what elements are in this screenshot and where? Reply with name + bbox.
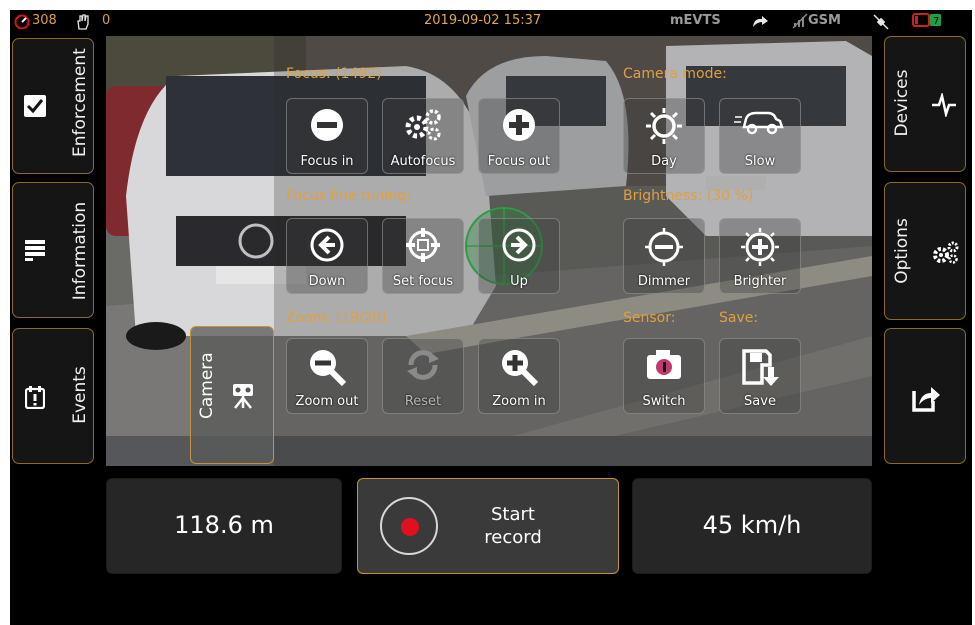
save-label: Save [744, 394, 776, 409]
gears-icon [933, 241, 959, 264]
datetime-display: 2019-09-02 15:37 [424, 13, 542, 28]
events-button[interactable]: Events [12, 328, 94, 464]
zoom-out-label: Zoom out [295, 394, 359, 409]
zoom-reset-button[interactable]: Reset [382, 338, 464, 414]
camera-mode-label: Camera mode: [623, 66, 727, 82]
device-frame: 308 0 2019-09-02 15:37 mEVTS GSM 7 Enfor… [0, 0, 975, 625]
zoom-in-button[interactable]: Zoom in [478, 338, 560, 414]
enforcement-button[interactable]: Enforcement [12, 38, 94, 174]
sun-icon [646, 108, 682, 144]
reset-label: Reset [404, 394, 442, 409]
share-button[interactable] [884, 328, 966, 464]
record-dot [401, 518, 419, 536]
save-icon [742, 349, 779, 386]
svg-text:7: 7 [933, 16, 939, 27]
down-label: Down [308, 274, 346, 289]
focus-in-label: Focus in [300, 154, 354, 169]
sensor-label: Sensor: [623, 310, 676, 326]
brighter-icon [741, 228, 779, 266]
set-focus-label: Set focus [392, 274, 454, 289]
start-record-label: Start record [458, 503, 568, 549]
zoom-in-label: Zoom in [492, 394, 546, 409]
switch-sensor-button[interactable]: Switch [623, 338, 705, 414]
calendar-alert-icon [25, 386, 45, 409]
slow-mode-button[interactable]: Slow [719, 98, 801, 174]
brighter-button[interactable]: Brighter [719, 218, 801, 294]
focus-up-button[interactable]: Up [478, 218, 560, 294]
zoom-out-icon [310, 350, 347, 387]
zoom-out-button[interactable]: Zoom out [286, 338, 368, 414]
hand-icon [77, 14, 89, 30]
day-label: Day [651, 154, 677, 169]
events-label: Events [70, 366, 90, 424]
no-signal-icon [792, 13, 808, 29]
start-record-line2: record [484, 527, 542, 548]
zoom-in-icon [502, 350, 539, 387]
switch-label: Switch [642, 394, 686, 409]
brightness-label: Brightness: (30 %) [623, 188, 754, 204]
network-label: GSM [808, 13, 841, 28]
set-focus-button[interactable]: Set focus [382, 218, 464, 294]
focus-fine-tuning-label: Focus fine tuning: [286, 188, 411, 204]
save-group-label: Save: [719, 310, 759, 326]
dimmer-button[interactable]: Dimmer [623, 218, 705, 294]
list-icon [25, 240, 45, 261]
sync-icon [753, 16, 768, 27]
speed-display: 45 km/h [632, 478, 872, 574]
pulse-icon [932, 93, 956, 117]
autofocus-label: Autofocus [390, 154, 456, 169]
start-record-line1: Start [491, 504, 535, 525]
violation-counter: 308 [32, 13, 57, 28]
app-name: mEVTS [670, 13, 721, 28]
distance-display: 118.6 m [106, 478, 342, 574]
checkbox-icon [24, 95, 46, 117]
plus-circle-icon [503, 109, 535, 141]
up-label: Up [510, 274, 528, 289]
device-screen: 308 0 2019-09-02 15:37 mEVTS GSM 7 Enfor… [10, 10, 972, 625]
refresh-icon [407, 350, 439, 380]
information-label: Information [70, 201, 90, 301]
speed-value: 45 km/h [702, 511, 802, 539]
distance-value: 118.6 m [174, 511, 274, 539]
minus-circle-icon [311, 109, 343, 141]
enforcement-label: Enforcement [70, 48, 90, 157]
camera-view[interactable]: Focus: (1492) Focus in Autofocus Focus o… [106, 36, 872, 466]
focus-out-label: Focus out [487, 154, 551, 169]
camera-control-panel: Focus: (1492) Focus in Autofocus Focus o… [274, 36, 872, 466]
dimmer-icon [645, 228, 683, 266]
share-icon [912, 387, 940, 412]
gps-icon [873, 14, 889, 30]
speedometer-icon [14, 14, 30, 29]
focus-label: Focus: (1492) [286, 66, 382, 82]
autofocus-button[interactable]: Autofocus [382, 98, 464, 174]
camera-switch-icon [647, 350, 681, 379]
options-label: Options [892, 218, 912, 284]
information-button[interactable]: Information [12, 182, 94, 318]
save-button[interactable]: Save [719, 338, 801, 414]
status-bar: 308 0 2019-09-02 15:37 mEVTS GSM 7 [10, 10, 972, 32]
arrow-right-circle-icon [502, 228, 536, 262]
brighter-label: Brighter [733, 274, 787, 289]
focus-out-button[interactable]: Focus out [478, 98, 560, 174]
start-record-button[interactable]: Start record [357, 478, 619, 574]
gears-icon [405, 109, 441, 141]
focus-in-button[interactable]: Focus in [286, 98, 368, 174]
arrow-left-circle-icon [310, 228, 344, 262]
camera-tab[interactable]: Camera [190, 326, 274, 464]
slow-label: Slow [744, 154, 776, 169]
car-icon [734, 111, 784, 135]
camera-tab-label: Camera [197, 352, 217, 419]
day-mode-button[interactable]: Day [623, 98, 705, 174]
options-button[interactable]: Options [884, 182, 966, 320]
target-icon [406, 228, 440, 262]
devices-button[interactable]: Devices [884, 36, 966, 172]
traffic-camera-icon [233, 384, 253, 409]
battery-icon: 7 [912, 13, 941, 27]
zoom-label: Zoom: (19/20) [286, 310, 387, 326]
dimmer-label: Dimmer [637, 274, 691, 289]
record-icon [380, 497, 438, 555]
focus-down-button[interactable]: Down [286, 218, 368, 294]
manual-counter: 0 [102, 13, 111, 28]
devices-label: Devices [892, 69, 912, 137]
